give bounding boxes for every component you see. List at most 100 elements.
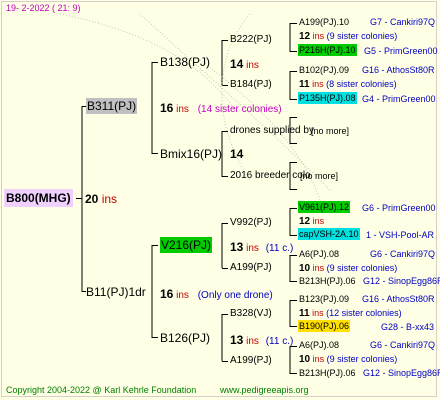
gen2-node-4[interactable]: B126(PJ)	[160, 332, 210, 344]
gen4-name-4: P135H(PJ).08	[298, 92, 357, 104]
gen4-score-5: 11 ins (12 sister colonies)	[299, 309, 402, 319]
gen4-right-8: G12 - SinopEgg86R	[363, 276, 440, 286]
gen2-score-1: 14 ins	[230, 58, 259, 71]
gen3-node-4[interactable]: 2016 breeder colo	[230, 171, 311, 181]
gen2-ins-3: ins	[246, 243, 259, 254]
gen4-right-3: G16 - AthosSt80R	[362, 65, 435, 75]
gen2-node-3[interactable]: V216(PJ)	[160, 237, 213, 253]
gen4-right-9: G16 - AthosSt80R	[362, 294, 435, 304]
gen4-num-6: 10	[299, 354, 311, 365]
gen4-row-2[interactable]: P216H(PJ).10	[298, 44, 357, 56]
gen1-score-1: 16 ins (14 sister colonies)	[160, 102, 282, 115]
gen2-num-1: 14	[230, 57, 244, 71]
gen4-note-1: (9 sister colonies)	[326, 31, 398, 41]
gen4-ins-2: ins	[312, 79, 324, 89]
gen4-right-12: G12 - SinopEgg86R	[363, 368, 440, 378]
gen1-num-2: 16	[160, 287, 174, 301]
gen3-node-7[interactable]: B328(VJ)	[230, 309, 272, 319]
gen2-score-4: 13 ins (11 c.)	[230, 334, 293, 347]
gen4-row-7[interactable]: A6(PJ).08	[299, 250, 339, 259]
root-name: B800(MHG)	[4, 189, 73, 207]
gen1-name-1: B311(PJ)	[86, 98, 138, 114]
gen4-ins-4: ins	[312, 263, 325, 273]
gen4-name-2: P216H(PJ).10	[298, 44, 357, 56]
gen4-ins-1: ins	[312, 31, 325, 41]
gen1-score-2: 16 ins (Only one drone)	[160, 288, 273, 301]
gen4-row-nomore-2: [no more]	[300, 171, 339, 181]
gen1-num-1: 16	[160, 101, 174, 115]
gen4-row-4[interactable]: P135H(PJ).08	[298, 92, 357, 104]
gen1-name-2: B11(PJ)1dr	[86, 285, 146, 299]
gen1-node-1[interactable]: B311(PJ)	[86, 98, 138, 114]
gen1-ins-2: ins	[176, 290, 189, 301]
gen4-right-7: G6 - Cankiri97Q	[370, 249, 436, 259]
gen4-row-9[interactable]: B123(PJ).09	[299, 295, 349, 304]
gen4-right-4: G4 - PrimGreen00	[362, 94, 436, 104]
gen4-score-1: 12 ins (9 sister colonies)	[299, 32, 397, 42]
gen4-row-6[interactable]: capVSH-2A.10	[298, 228, 360, 240]
gen2-ins-1: ins	[246, 60, 259, 71]
gen4-num-4: 10	[299, 263, 311, 274]
gen2-ins-4: ins	[246, 336, 259, 347]
gen3-node-1[interactable]: B222(PJ)	[230, 35, 272, 45]
gen4-name-1: A199(PJ).10	[299, 17, 350, 27]
gen4-score-2: 11 ins (8 sister colonies)	[299, 80, 397, 90]
gen4-right-11: G6 - Cankiri97Q	[370, 340, 436, 350]
gen3-node-6[interactable]: A199(PJ)	[230, 263, 272, 273]
gen4-row-nomore-1: [no more]	[311, 126, 350, 136]
timestamp: 19- 2-2022 ( 21: 9)	[6, 3, 81, 13]
gen4-score-6: 10 ins (9 sister colonies)	[299, 355, 397, 365]
gen2-num-2: 14	[230, 147, 244, 161]
gen4-row-11[interactable]: A6(PJ).08	[299, 341, 339, 350]
gen4-ins-5: ins	[312, 308, 324, 318]
gen4-right-1: G7 - Cankiri97Q	[370, 17, 436, 27]
root-ins: ins	[101, 192, 118, 206]
gen4-row-3[interactable]: B102(PJ).09	[299, 66, 349, 75]
gen2-node-1[interactable]: B138(PJ)	[160, 56, 210, 68]
gen4-row-8[interactable]: B213H(PJ).06	[299, 277, 356, 286]
gen2-name-4: B126(PJ)	[160, 331, 211, 345]
gen3-node-5[interactable]: V992(PJ)	[230, 218, 272, 228]
gen2-note-3: (11 c.)	[265, 243, 294, 254]
root-score: 20 ins	[85, 193, 117, 205]
gen4-row-10[interactable]: B190(PJ).06	[298, 320, 351, 332]
root-node[interactable]: B800(MHG)	[4, 189, 73, 207]
gen4-num-2: 11	[299, 79, 310, 90]
gen4-row-12[interactable]: B213H(PJ).06	[299, 369, 356, 378]
gen2-num-4: 13	[230, 333, 244, 347]
gen2-name-2: Bmix16(PJ)	[160, 147, 223, 161]
gen2-name-3: V216(PJ)	[160, 237, 213, 253]
gen4-score-3: 12 ins	[299, 217, 324, 227]
gen4-note-5: (12 sister colonies)	[326, 308, 402, 318]
gen4-name-10: B190(PJ).06	[298, 320, 351, 332]
gen4-row-5[interactable]: V961(PJ).12	[298, 201, 351, 213]
gen4-ins-3: ins	[312, 216, 325, 226]
gen4-note-6: (9 sister colonies)	[326, 354, 398, 364]
gen2-num-3: 13	[230, 240, 244, 254]
gen4-num-3: 12	[299, 216, 311, 227]
gen4-right-6: 1 - VSH-Pool-AR	[366, 230, 435, 240]
gen1-ins-1: ins	[176, 104, 189, 115]
gen4-num-5: 11	[299, 308, 310, 319]
gen4-score-4: 10 ins (9 sister colonies)	[299, 264, 397, 274]
gen4-num-1: 12	[299, 31, 311, 42]
gen4-name-6: capVSH-2A.10	[298, 228, 360, 240]
gen2-score-3: 13 ins (11 c.)	[230, 241, 293, 254]
gen4-right-10: G28 - B-xx43	[381, 322, 435, 332]
gen2-name-1: B138(PJ)	[160, 55, 211, 69]
gen2-note-4: (11 c.)	[265, 336, 294, 347]
gen1-node-2[interactable]: B11(PJ)1dr	[86, 286, 146, 298]
gen4-right-5: G6 - PrimGreen00	[362, 203, 436, 213]
gen3-node-8[interactable]: A199(PJ)	[230, 356, 272, 366]
gen1-note-2: (Only one drone)	[197, 290, 273, 301]
gen1-note-1: (14 sister colonies)	[197, 104, 282, 115]
copyright-text: Copyright 2004-2022 @ Karl Kehrle Founda…	[6, 385, 197, 395]
site-link[interactable]: www.pedigreeapis.org	[220, 386, 309, 395]
gen3-node-3[interactable]: drones supplied by	[230, 126, 314, 136]
gen4-ins-6: ins	[312, 354, 325, 364]
gen4-note-4: (9 sister colonies)	[326, 263, 398, 273]
root-num: 20	[85, 192, 99, 206]
gen2-node-2[interactable]: Bmix16(PJ)	[160, 148, 222, 160]
gen4-row-1[interactable]: A199(PJ).10	[299, 18, 349, 27]
gen3-node-2[interactable]: B184(PJ)	[230, 80, 272, 90]
